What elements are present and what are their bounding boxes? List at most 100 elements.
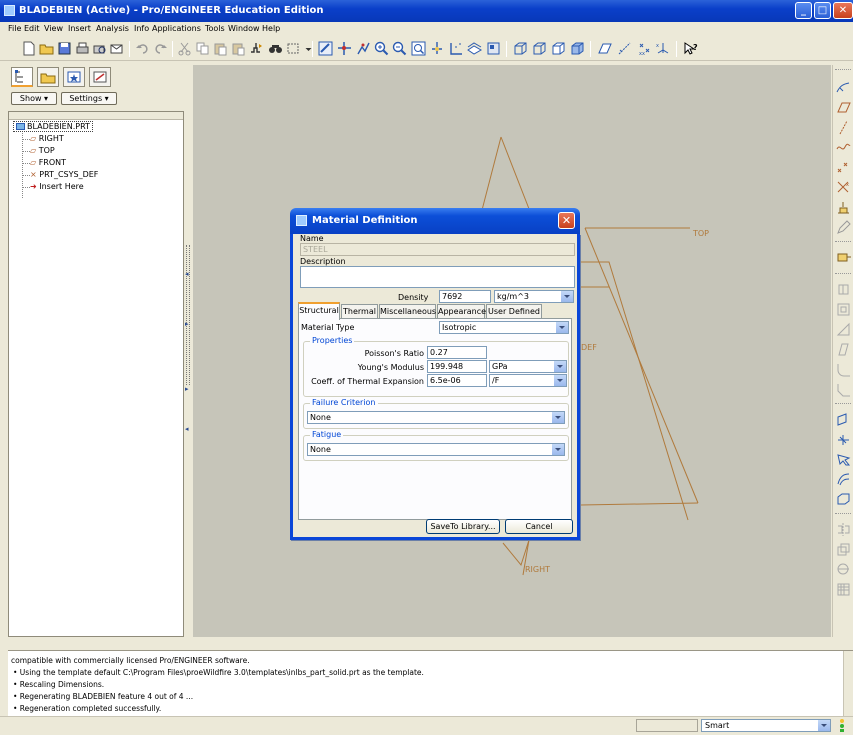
thermal-expansion-unit-select[interactable]: /F — [489, 374, 567, 387]
tree-item-insert-here[interactable]: ➜ Insert Here — [30, 182, 84, 191]
expand-right-icon[interactable]: ▸ — [185, 320, 189, 328]
material-type-select[interactable]: Isotropic — [439, 321, 569, 334]
save-icon[interactable] — [56, 40, 73, 57]
point-tool-icon[interactable] — [835, 159, 852, 176]
dialog-close-button[interactable]: ✕ — [558, 212, 575, 229]
favorites-tab[interactable] — [63, 67, 85, 87]
email-icon[interactable] — [108, 40, 125, 57]
density-input[interactable]: 7692 — [439, 290, 491, 303]
menu-tools[interactable]: Tools — [205, 24, 225, 33]
axis-tool-icon[interactable] — [835, 119, 852, 136]
traffic-light-icon[interactable] — [836, 718, 848, 733]
maximize-button[interactable]: □ — [814, 2, 831, 19]
layers-icon[interactable] — [466, 40, 483, 57]
paste-icon[interactable] — [212, 40, 229, 57]
expand-right-icon[interactable]: ▸ — [185, 385, 189, 393]
name-field[interactable]: STEEL — [300, 243, 575, 256]
menu-analysis[interactable]: Analysis — [96, 24, 129, 33]
tab-appearance[interactable]: Appearance — [437, 304, 486, 319]
datum-planes-icon[interactable] — [596, 40, 613, 57]
new-icon[interactable] — [20, 40, 37, 57]
collapse-left-icon[interactable]: ◂ — [185, 425, 189, 433]
sketch-icon[interactable] — [835, 79, 852, 96]
poisson-input[interactable]: 0.27 — [427, 346, 487, 359]
copy-icon[interactable] — [194, 40, 211, 57]
hidden-line-icon[interactable] — [531, 40, 548, 57]
extrude-tool-icon[interactable] — [835, 249, 852, 266]
csys-icon[interactable]: x — [655, 40, 672, 57]
zoom-in-icon[interactable] — [373, 40, 390, 57]
tree-item-front[interactable]: ▱ FRONT — [30, 158, 66, 167]
thermal-expansion-input[interactable]: 6.5e-06 — [427, 374, 487, 387]
menu-insert[interactable]: Insert — [68, 24, 91, 33]
panel-splitter[interactable]: ◂ ▸ ▸ ◂ — [184, 65, 193, 637]
density-unit-select[interactable]: kg/m^3 — [494, 290, 574, 303]
failure-criterion-select[interactable]: None — [307, 411, 565, 424]
shell-tool-icon[interactable] — [835, 301, 852, 318]
menu-view[interactable]: View — [44, 24, 63, 33]
open-icon[interactable] — [38, 40, 55, 57]
connections-tab[interactable] — [89, 67, 111, 87]
zoom-out-icon[interactable] — [391, 40, 408, 57]
reorient-icon[interactable] — [429, 40, 446, 57]
fatigue-select[interactable]: None — [307, 443, 565, 456]
print-icon[interactable] — [74, 40, 91, 57]
tree-root-node[interactable]: BLADEBIEN.PRT — [13, 121, 93, 132]
save-to-library-button[interactable]: SaveTo Library... — [426, 519, 500, 534]
tab-structural[interactable]: Structural — [298, 302, 340, 320]
model-tree-tab[interactable] — [11, 67, 33, 87]
pencil-tool-icon[interactable] — [835, 219, 852, 236]
refit-icon[interactable] — [410, 40, 427, 57]
pattern-tool-icon[interactable] — [835, 581, 852, 598]
repaint-icon[interactable] — [317, 40, 334, 57]
youngs-unit-select[interactable]: GPa — [489, 360, 567, 373]
tab-user-defined[interactable]: User Defined — [486, 304, 542, 319]
curve-tool-icon[interactable] — [835, 139, 852, 156]
menu-edit[interactable]: Edit — [24, 24, 40, 33]
collapse-left-icon[interactable]: ◂ — [185, 270, 189, 278]
shading-icon[interactable] — [569, 40, 586, 57]
close-button[interactable]: ✕ — [833, 2, 853, 19]
undo-icon[interactable] — [134, 40, 151, 57]
rib-tool-icon[interactable] — [835, 321, 852, 338]
tree-item-right[interactable]: ▱ RIGHT — [30, 134, 64, 143]
wireframe-icon[interactable] — [512, 40, 529, 57]
dialog-title-bar[interactable]: Material Definition ✕ — [290, 208, 580, 234]
analysis-tool-icon[interactable] — [835, 199, 852, 216]
menu-applications[interactable]: Applications — [152, 24, 201, 33]
menu-info[interactable]: Info — [134, 24, 149, 33]
selection-filter-select[interactable]: Smart — [701, 719, 831, 732]
boundary-blend-icon[interactable] — [835, 431, 852, 448]
hole-tool-icon[interactable] — [835, 281, 852, 298]
merge-tool-icon[interactable] — [835, 541, 852, 558]
tree-item-top[interactable]: ▱ TOP — [30, 146, 55, 155]
message-scrollbar[interactable] — [843, 651, 853, 716]
paste-special-icon[interactable] — [230, 40, 247, 57]
show-button[interactable]: Show ▾ — [11, 92, 57, 105]
regenerate-icon[interactable] — [248, 40, 265, 57]
tree-item-csys[interactable]: ⨯ PRT_CSYS_DEF — [30, 170, 98, 179]
tab-miscellaneous[interactable]: Miscellaneous — [379, 304, 436, 319]
trim-tool-icon[interactable] — [835, 561, 852, 578]
datum-axes-icon[interactable] — [616, 40, 633, 57]
selection-dropdown-icon[interactable] — [300, 40, 312, 57]
spin-center-icon[interactable] — [336, 40, 353, 57]
draft-tool-icon[interactable] — [835, 341, 852, 358]
view-manager-icon[interactable] — [485, 40, 502, 57]
menu-file[interactable]: File — [8, 24, 21, 33]
variable-section-sweep-icon[interactable] — [835, 411, 852, 428]
find-icon[interactable] — [267, 40, 284, 57]
chamfer-tool-icon[interactable] — [835, 381, 852, 398]
menu-window[interactable]: Window — [228, 24, 260, 33]
cut-icon[interactable] — [176, 40, 193, 57]
style-tool-icon[interactable] — [835, 451, 852, 468]
saved-views-icon[interactable] — [448, 40, 465, 57]
context-help-icon[interactable]: ? — [682, 40, 699, 57]
no-hidden-icon[interactable] — [550, 40, 567, 57]
datum-points-icon[interactable]: xx — [636, 40, 653, 57]
menu-help[interactable]: Help — [262, 24, 280, 33]
warp-tool-icon[interactable] — [835, 471, 852, 488]
offset-tool-icon[interactable] — [835, 491, 852, 508]
tab-thermal[interactable]: Thermal — [341, 304, 378, 319]
print-preview-icon[interactable] — [91, 40, 108, 57]
